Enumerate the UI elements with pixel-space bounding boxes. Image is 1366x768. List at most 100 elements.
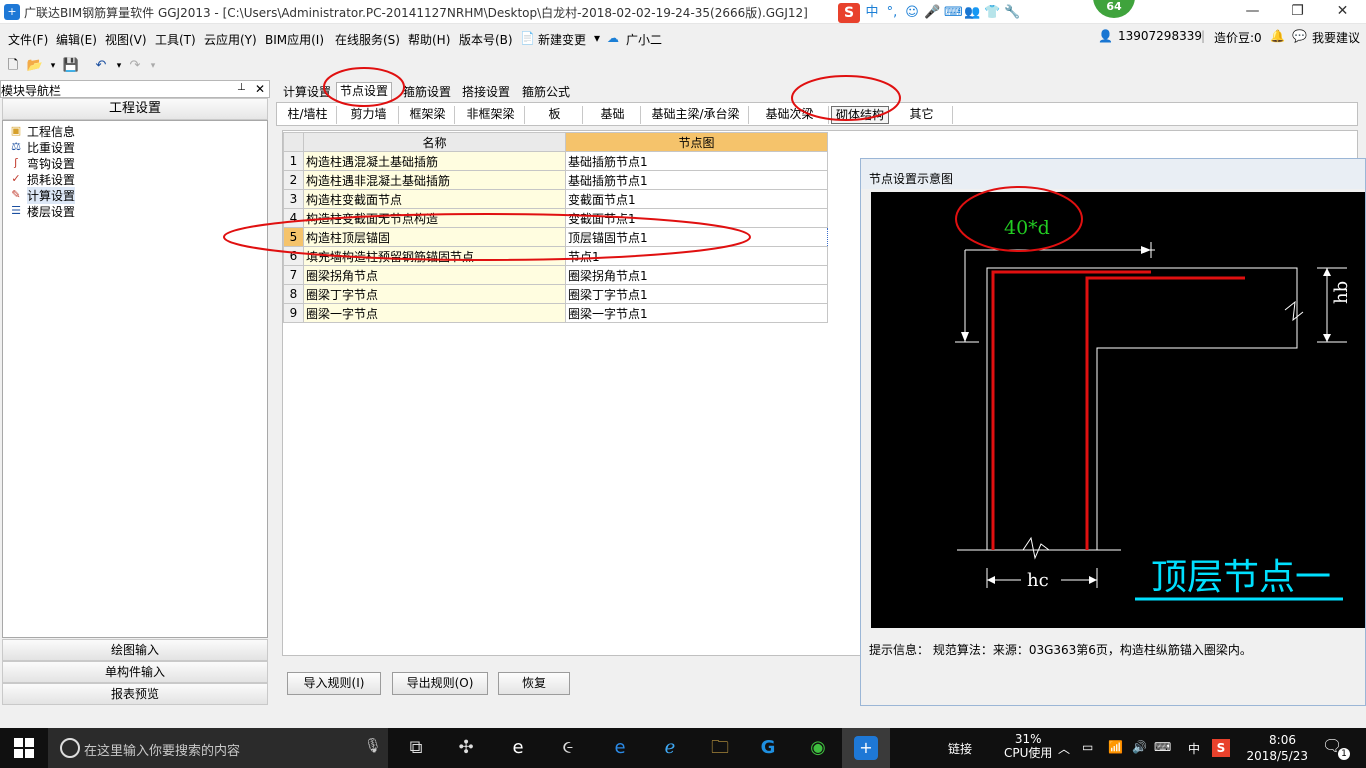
table-row[interactable]: 2 构造柱遇非混凝土基础插筋 基础插筋节点1 xyxy=(283,170,828,190)
phone-number[interactable]: 13907298339 xyxy=(1118,29,1202,43)
clock[interactable]: 8:06 2018/5/23 xyxy=(1246,732,1308,764)
restore-button[interactable]: 恢复 xyxy=(498,672,570,695)
sogou-ime-icon[interactable]: S xyxy=(838,3,860,23)
ime-toolbar[interactable]: S 中 °, ☺ 🎤 ⌨ 👥 👕 🔧 xyxy=(838,2,1020,24)
row-node[interactable]: 圈梁丁字节点1 xyxy=(565,284,828,304)
import-rules-button[interactable]: 导入规则(I) xyxy=(287,672,381,695)
spiral-app-icon[interactable]: ૯ xyxy=(554,734,582,762)
wifi-icon[interactable]: 📶 xyxy=(1108,740,1123,754)
tree-item-loss[interactable]: ✓ 损耗设置 xyxy=(9,171,75,187)
row-node[interactable]: 顶层锚固节点1 xyxy=(565,227,828,247)
table-row[interactable]: 9 圈梁一字节点 圈梁一字节点1 xyxy=(283,303,828,323)
row-node[interactable]: 变截面节点1 xyxy=(565,208,828,228)
file-explorer-icon[interactable]: 🗀 xyxy=(706,734,734,762)
bell-icon[interactable]: 🔔 xyxy=(1270,29,1285,43)
subtab-foundation-main-beam[interactable]: 基础主梁/承台梁 xyxy=(643,106,749,124)
row-node[interactable]: 变截面节点1 xyxy=(565,189,828,209)
undo-icon[interactable]: ↶ xyxy=(92,58,110,74)
table-row[interactable]: 6 填充墙构造柱预留钢筋锚固节点 节点1 xyxy=(283,246,828,266)
taskbar-search[interactable]: 在这里输入你要搜索的内容 🎙 xyxy=(48,728,388,768)
row-number[interactable]: 7 xyxy=(283,265,304,285)
menu-assistant[interactable]: 广小二 xyxy=(626,31,662,48)
show-hidden-icons[interactable]: ︿ xyxy=(1058,740,1070,757)
keyboard-icon[interactable]: ⌨ xyxy=(1154,740,1171,754)
subtab-foundation-sub-beam[interactable]: 基础次梁 xyxy=(751,106,829,124)
minimize-button[interactable]: — xyxy=(1230,0,1275,24)
table-row[interactable]: 4 构造柱变截面无节点构造 变截面节点1 xyxy=(283,208,828,228)
row-name[interactable]: 构造柱顶层锚固 xyxy=(303,227,566,247)
menu-cloud[interactable]: 云应用(Y) xyxy=(204,31,257,48)
subtab-other[interactable]: 其它 xyxy=(891,106,953,124)
glodon-g-icon[interactable]: G xyxy=(754,734,782,762)
row-number[interactable]: 5 xyxy=(283,227,304,247)
edge-browser-icon[interactable]: e xyxy=(606,734,634,762)
row-node[interactable]: 节点1 xyxy=(565,246,828,266)
pin-icon[interactable]: ⊥ xyxy=(237,82,246,93)
volume-icon[interactable]: 🔊 xyxy=(1132,740,1147,754)
menu-version[interactable]: 版本号(B) xyxy=(459,31,513,48)
row-name[interactable]: 圈梁丁字节点 xyxy=(303,284,566,304)
subtab-non-frame-beam[interactable]: 非框架梁 xyxy=(457,106,525,124)
nav-drawing-input[interactable]: 绘图输入 xyxy=(2,639,268,661)
tab-node-settings[interactable]: 节点设置 xyxy=(336,82,393,102)
new-file-icon[interactable]: 🗋 xyxy=(4,58,22,74)
subtab-frame-beam[interactable]: 框架梁 xyxy=(401,106,455,124)
price-beans[interactable]: 造价豆:0 xyxy=(1214,29,1262,46)
row-name[interactable]: 填充墙构造柱预留钢筋锚固节点 xyxy=(303,246,566,266)
close-button[interactable]: ✕ xyxy=(1320,0,1365,24)
table-row[interactable]: 8 圈梁丁字节点 圈梁丁字节点1 xyxy=(283,284,828,304)
row-node[interactable]: 圈梁拐角节点1 xyxy=(565,265,828,285)
nav-section-title[interactable]: 工程设置 xyxy=(2,98,268,120)
open-folder-icon[interactable]: 📂 xyxy=(26,58,44,74)
keyboard-icon[interactable]: ⌨ xyxy=(944,5,963,21)
row-node[interactable]: 基础插筋节点1 xyxy=(565,151,828,171)
subtab-slab[interactable]: 板 xyxy=(527,106,583,124)
menu-tools[interactable]: 工具(T) xyxy=(155,31,196,48)
row-node[interactable]: 圈梁一字节点1 xyxy=(565,303,828,323)
row-node[interactable]: 基础插筋节点1 xyxy=(565,170,828,190)
sogou-tray-icon[interactable]: S xyxy=(1212,739,1230,757)
subtab-masonry[interactable]: 砌体结构 xyxy=(831,106,889,124)
row-number[interactable]: 1 xyxy=(283,151,304,171)
row-name[interactable]: 构造柱变截面节点 xyxy=(303,189,566,209)
row-name[interactable]: 构造柱遇非混凝土基础插筋 xyxy=(303,170,566,190)
menu-new-change[interactable]: 新建变更 xyxy=(538,31,586,48)
header-node-diagram[interactable]: 节点图 xyxy=(565,132,828,152)
row-name[interactable]: 圈梁拐角节点 xyxy=(303,265,566,285)
nav-single-component[interactable]: 单构件输入 xyxy=(2,661,268,683)
dropdown-arrow-icon[interactable]: ▾ xyxy=(594,31,600,45)
score-badge[interactable]: 64 xyxy=(1093,0,1135,18)
pinwheel-app-icon[interactable]: ✣ xyxy=(452,734,480,762)
menu-view[interactable]: 视图(V) xyxy=(105,31,147,48)
export-rules-button[interactable]: 导出规则(O) xyxy=(392,672,488,695)
nav-report-preview[interactable]: 报表预览 xyxy=(2,683,268,705)
cpu-widget[interactable]: 31% CPU使用 xyxy=(1004,732,1052,760)
row-number[interactable]: 3 xyxy=(283,189,304,209)
menu-online[interactable]: 在线服务(S) xyxy=(335,31,400,48)
input-language[interactable]: 中 xyxy=(1188,740,1200,757)
tab-stirrup-settings[interactable]: 箍筋设置 xyxy=(400,84,454,102)
microphone-icon[interactable]: 🎙 xyxy=(364,738,382,754)
tree-item-floor[interactable]: ☰ 楼层设置 xyxy=(9,203,75,219)
task-view-icon[interactable]: ⧉ xyxy=(402,734,430,762)
nav-close-icon[interactable]: ✕ xyxy=(255,82,265,96)
wrench-icon[interactable]: 🔧 xyxy=(1004,5,1020,21)
table-row[interactable]: 7 圈梁拐角节点 圈梁拐角节点1 xyxy=(283,265,828,285)
user-icon[interactable]: 👥 xyxy=(964,5,980,21)
menu-file[interactable]: 文件(F) xyxy=(8,31,48,48)
row-number[interactable]: 2 xyxy=(283,170,304,190)
table-row-selected[interactable]: 5 构造柱顶层锚固 顶层锚固节点1 xyxy=(283,227,828,247)
active-app-tile[interactable]: + xyxy=(842,728,890,768)
ie-blue-icon[interactable]: ℯ xyxy=(656,734,684,762)
table-row[interactable]: 1 构造柱遇混凝土基础插筋 基础插筋节点1 xyxy=(283,151,828,171)
subtab-shear-wall[interactable]: 剪力墙 xyxy=(339,106,399,124)
ie-browser-icon[interactable]: e xyxy=(504,734,532,762)
suggest-link[interactable]: 我要建议 xyxy=(1312,29,1360,46)
tab-lap-settings[interactable]: 搭接设置 xyxy=(459,84,513,102)
row-name[interactable]: 圈梁一字节点 xyxy=(303,303,566,323)
redo-icon[interactable]: ↷ xyxy=(126,58,144,74)
punctuation-icon[interactable]: °, xyxy=(884,5,900,21)
menu-edit[interactable]: 编辑(E) xyxy=(56,31,97,48)
tab-stirrup-formula[interactable]: 箍筋公式 xyxy=(519,84,573,102)
row-name[interactable]: 构造柱遇混凝土基础插筋 xyxy=(303,151,566,171)
